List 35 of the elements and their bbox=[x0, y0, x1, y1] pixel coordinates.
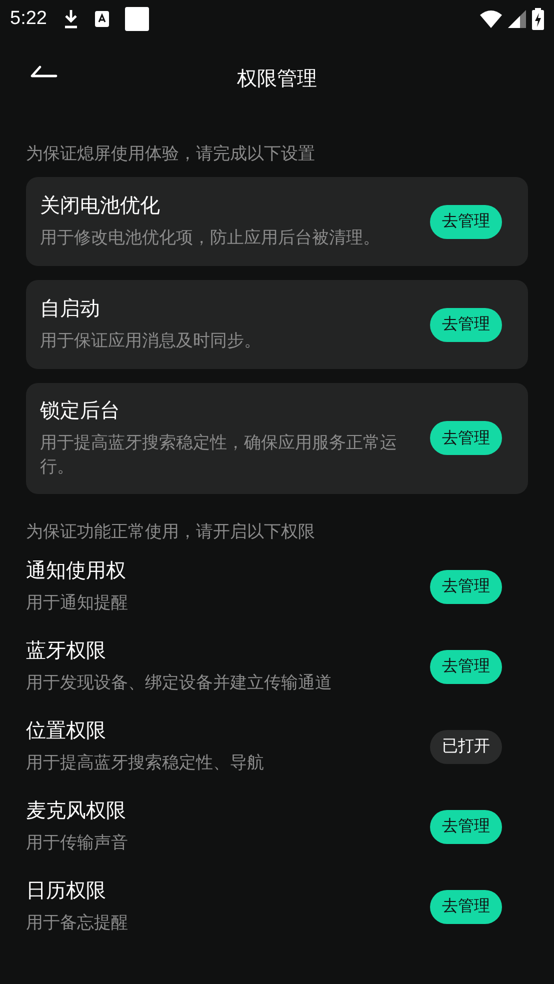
item-title: 日历权限 bbox=[26, 877, 107, 904]
item-title: 蓝牙权限 bbox=[26, 637, 107, 664]
item-description: 用于发现设备、绑定设备并建立传输通道 bbox=[26, 672, 333, 696]
section-label: 为保证熄屏使用体验，请完成以下设置 bbox=[25, 143, 316, 166]
manage-button[interactable]: 去管理 bbox=[430, 308, 502, 342]
item-description: 用于备忘提醒 bbox=[26, 912, 129, 936]
item-description: 用于提高蓝牙搜索稳定性、导航 bbox=[26, 752, 265, 776]
item-title: 关闭电池优化 bbox=[40, 192, 161, 220]
manage-button[interactable]: 去管理 bbox=[430, 421, 502, 456]
manage-button[interactable]: 去管理 bbox=[430, 570, 502, 604]
item-title: 位置权限 bbox=[26, 717, 107, 744]
item-title: 自启动 bbox=[40, 295, 101, 322]
item-description: 用于通知提醒 bbox=[26, 592, 129, 616]
item-description: 用于提高蓝牙搜索稳定性，确保应用服务正常运行。 bbox=[40, 432, 398, 479]
opened-button[interactable]: 已打开 bbox=[430, 730, 502, 764]
manage-button[interactable]: 去管理 bbox=[430, 890, 502, 924]
download-icon bbox=[62, 9, 79, 29]
back-arrow-icon[interactable] bbox=[30, 64, 58, 78]
item-description: 用于修改电池优化项，防止应用后台被清理。 bbox=[40, 227, 381, 250]
item-title: 麦克风权限 bbox=[26, 797, 127, 824]
status-time: 5:22 bbox=[10, 8, 47, 30]
item-description: 用于传输声音 bbox=[26, 832, 129, 856]
keyboard-icon bbox=[94, 11, 109, 27]
square-icon bbox=[124, 7, 149, 31]
page-title: 权限管理 bbox=[237, 64, 317, 92]
battery-icon bbox=[532, 8, 544, 30]
signal-icon bbox=[508, 10, 526, 28]
item-title: 通知使用权 bbox=[26, 557, 127, 584]
item-title: 锁定后台 bbox=[40, 397, 121, 424]
manage-button[interactable]: 去管理 bbox=[430, 650, 502, 684]
section-label: 为保证功能正常使用，请开启以下权限 bbox=[25, 520, 316, 544]
wifi-icon bbox=[480, 10, 502, 28]
manage-button[interactable]: 去管理 bbox=[430, 204, 502, 238]
manage-button[interactable]: 去管理 bbox=[430, 810, 502, 844]
item-description: 用于保证应用消息及时同步。 bbox=[40, 330, 262, 354]
